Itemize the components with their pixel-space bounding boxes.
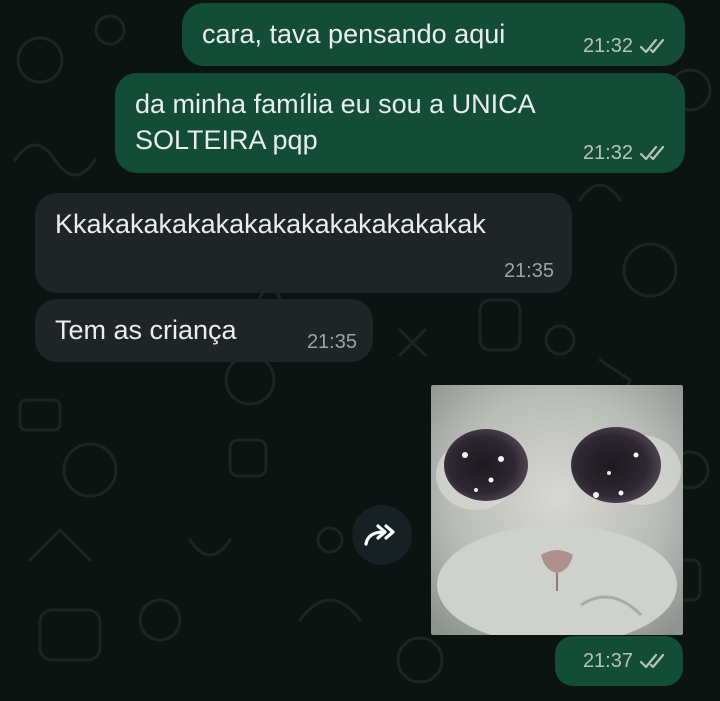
forward-icon [364, 524, 395, 546]
message-meta: 21:37 [583, 651, 667, 671]
message-time: 21:37 [582, 650, 633, 672]
message-text-line: SOLTEIRA pqp [135, 125, 318, 155]
crying-cat-image [431, 385, 683, 635]
message-time: 21:35 [503, 260, 554, 282]
message-text-line: da minha família eu sou a UNICA [135, 89, 536, 119]
message-text: Tem as criança [55, 315, 237, 345]
double-check-icon [639, 653, 665, 669]
double-check-icon [639, 145, 665, 161]
message-bubble-incoming[interactable]: Tem as criança 21:35 [35, 299, 373, 362]
message-time: 21:32 [582, 142, 633, 164]
message-meta: 21:32 [583, 143, 667, 163]
forward-button[interactable] [352, 505, 412, 565]
image-time-badge: 21:37 [555, 636, 683, 686]
message-bubble-incoming[interactable]: Kkakakakakakakakakakakakakakak 21:35 [35, 193, 572, 293]
message-time: 21:32 [582, 35, 633, 57]
message-meta: 21:35 [307, 332, 357, 352]
message-text: Kkakakakakakakakakakakakakakak [55, 209, 486, 239]
message-meta: 21:35 [504, 261, 554, 281]
double-check-icon [639, 38, 665, 54]
message-time: 21:35 [306, 331, 357, 353]
message-meta: 21:32 [583, 36, 667, 56]
message-bubble-outgoing[interactable]: da minha família eu sou a UNICA SOLTEIRA… [115, 73, 685, 173]
image-message[interactable] [431, 385, 683, 635]
message-bubble-outgoing[interactable]: cara, tava pensando aqui 21:32 [182, 3, 685, 66]
message-text: cara, tava pensando aqui [202, 19, 506, 49]
